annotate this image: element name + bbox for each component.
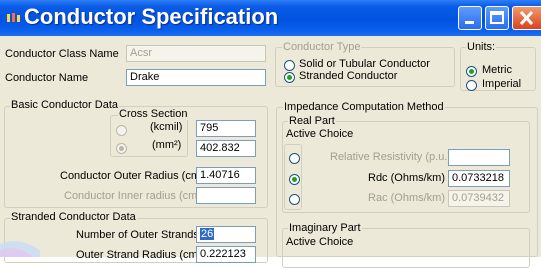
imaginary-part-active-choice: Active Choice: [286, 236, 354, 248]
outer-radius-label: Conductor Outer Radius (cm): [60, 170, 204, 182]
rdc-field[interactable]: 0.0733218: [448, 170, 510, 187]
outer-strands-label: Number of Outer Strands: [76, 229, 199, 241]
stranded-conductor-label: Stranded Conductor: [299, 70, 398, 82]
kcmil-field[interactable]: 795: [196, 120, 256, 137]
rdc-radio[interactable]: [289, 174, 300, 185]
relative-resistivity-label: Relative Resistivity (p.u.): [330, 151, 452, 163]
cross-section-title: Cross Section: [118, 108, 189, 120]
kcmil-radio[interactable]: [116, 125, 127, 136]
mm2-label: (mm²): [152, 139, 182, 151]
outer-strand-radius-field[interactable]: 0.222123: [196, 246, 256, 263]
solid-conductor-radio[interactable]: [284, 60, 295, 71]
relative-resistivity-field[interactable]: [448, 149, 510, 166]
real-part-active-choice: Active Choice: [286, 128, 354, 140]
minimize-button[interactable]: [458, 6, 482, 30]
rac-field[interactable]: 0.0739432: [448, 190, 510, 207]
maximize-button[interactable]: [485, 6, 509, 30]
units-title: Units:: [466, 41, 497, 53]
kcmil-label: (kcmil): [150, 121, 183, 133]
imaginary-part-group: [282, 228, 530, 268]
desktop-background-swirl: [0, 241, 40, 257]
imaginary-part-title: Imaginary Part: [288, 222, 362, 234]
conductor-name-label: Conductor Name: [5, 72, 89, 84]
conductor-name-field[interactable]: Drake: [126, 69, 266, 86]
close-button[interactable]: [512, 6, 541, 30]
conductor-class-label: Conductor Class Name: [5, 48, 119, 60]
rdc-label: Rdc (Ohms/km): [368, 172, 445, 184]
outer-strands-value: 26: [200, 228, 215, 240]
dialog-body: Conductor Class Name Acsr Conductor Name…: [0, 36, 541, 268]
solid-conductor-label: Solid or Tubular Conductor: [299, 58, 430, 70]
relative-resistivity-radio[interactable]: [289, 153, 300, 164]
basic-conductor-data-title: Basic Conductor Data: [10, 99, 119, 111]
metric-label: Metric: [482, 64, 512, 76]
conductor-type-title: Conductor Type: [282, 41, 362, 53]
title-bar[interactable]: Conductor Specification: [0, 0, 541, 36]
app-icon: [7, 13, 20, 22]
maximize-icon: [490, 11, 504, 24]
inner-radius-label: Conductor Inner radius (cm): [64, 190, 201, 202]
window-title: Conductor Specification: [24, 4, 279, 29]
rac-radio[interactable]: [289, 194, 300, 205]
close-icon: [519, 10, 534, 26]
outer-strands-field[interactable]: 26: [196, 226, 256, 243]
real-part-title: Real Part: [288, 115, 336, 127]
stranded-conductor-radio[interactable]: [284, 72, 295, 83]
mm2-field[interactable]: 402.832: [196, 140, 256, 157]
mm2-radio[interactable]: [116, 143, 127, 154]
imperial-label: Imperial: [482, 78, 522, 90]
impedance-method-title: Impedance Computation Method: [283, 101, 445, 113]
outer-radius-field[interactable]: 1.40716: [196, 167, 256, 184]
conductor-class-field[interactable]: Acsr: [126, 45, 266, 62]
minimize-icon: [465, 21, 474, 24]
inner-radius-field[interactable]: [196, 187, 256, 204]
outer-strand-radius-label: Outer Strand Radius (cm): [76, 249, 202, 261]
imperial-radio[interactable]: [466, 80, 477, 91]
metric-radio[interactable]: [466, 66, 477, 77]
rac-label: Rac (Ohms/km): [368, 192, 445, 204]
